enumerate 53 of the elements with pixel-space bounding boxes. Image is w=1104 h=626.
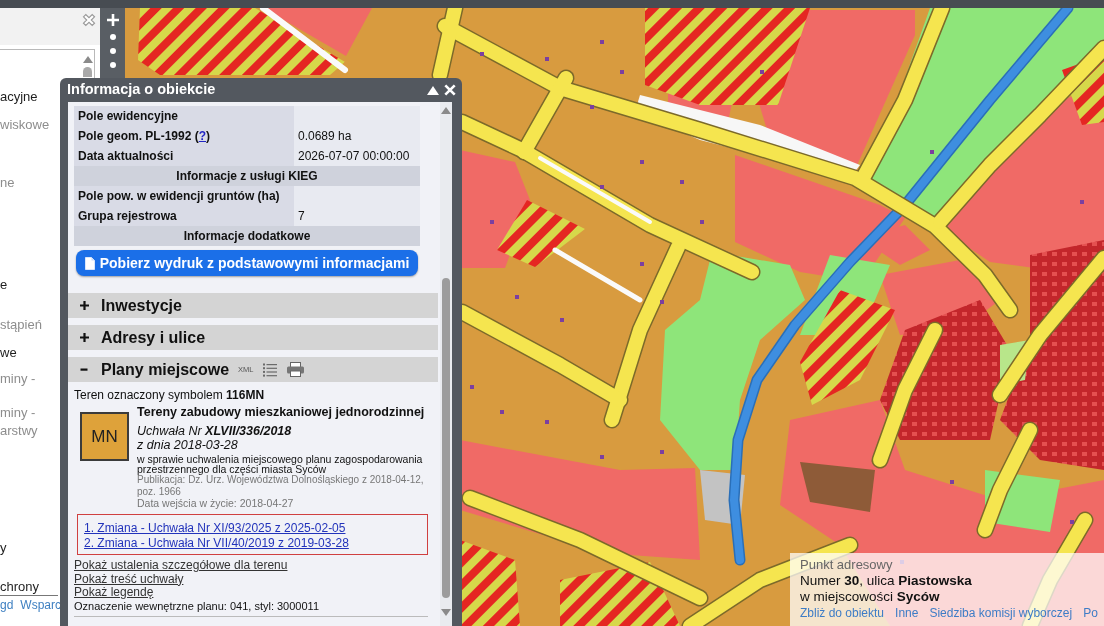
popup-link[interactable]: Zbliż do obiektu bbox=[800, 605, 885, 621]
document-icon bbox=[84, 256, 95, 270]
sidebar-item[interactable]: chrony bbox=[0, 579, 40, 595]
table-cell: 7 bbox=[294, 206, 420, 226]
plan-link[interactable]: Pokaż treść uchwały bbox=[74, 572, 184, 586]
amendment-link[interactable]: 2. Zmiana - Uchwała Nr VII/40/2019 z 2019-03-28 bbox=[84, 536, 349, 551]
resolution-date: z dnia 2018-03-28 bbox=[137, 438, 239, 452]
zoom-level-dot-icon[interactable] bbox=[109, 62, 116, 68]
plan-internal-code: Oznaczenie wewnętrzne planu: 041, styl: 3000011 bbox=[74, 599, 320, 612]
footer-link[interactable]: Wsparc bbox=[20, 597, 62, 613]
sidebar-item[interactable]: e bbox=[0, 277, 8, 293]
accordion-header[interactable]: Adresy i ulice bbox=[68, 325, 438, 350]
table-cell: Pole ewidencyjne bbox=[74, 106, 294, 126]
section-header-cell: Informacje dodatkowe bbox=[74, 226, 420, 246]
scroll-down-icon[interactable] bbox=[441, 609, 451, 616]
table-cell: Grupa rejestrowa bbox=[74, 206, 294, 226]
window-title: Informacja o obiekcie bbox=[67, 80, 216, 100]
plan-title: Tereny zabudowy mieszkaniowej jednorodzinnej bbox=[137, 405, 426, 419]
effective-date: Data wejścia w życie: 2018-04-27 bbox=[137, 498, 295, 509]
table-cell: Pole pow. w ewidencji gruntów (ha) bbox=[74, 186, 294, 206]
amendment-link[interactable]: 1. Zmiana - Uchwała Nr XI/93/2025 z 2025-02-05 bbox=[84, 521, 346, 536]
section-header-cell: Informacje z usługi KIEG bbox=[74, 166, 420, 186]
sidebar-item[interactable]: acyjne bbox=[0, 89, 38, 105]
plus-icon[interactable] bbox=[80, 333, 89, 342]
table-cell: Pole geom. PL-1992 (?) bbox=[74, 126, 294, 146]
table-cell: 2026-07-07 00:00:00 bbox=[294, 146, 420, 166]
table-cell: Data aktualności bbox=[74, 146, 294, 166]
sidebar-item[interactable]: we bbox=[0, 345, 17, 361]
plan-link[interactable]: Pokaż ustalenia szczegółowe dla terenu bbox=[74, 559, 288, 573]
plan-symbol: MN bbox=[80, 412, 129, 461]
zoom-in-icon[interactable] bbox=[106, 14, 119, 26]
footer-link[interactable]: gd bbox=[0, 597, 14, 613]
address-line: w miejscowości Syców bbox=[800, 589, 941, 605]
table-cell: 0.0689 ha bbox=[294, 126, 420, 146]
scroll-up-icon[interactable] bbox=[441, 107, 451, 114]
scrollbar-thumb[interactable] bbox=[442, 278, 450, 598]
printer-icon[interactable] bbox=[287, 362, 305, 377]
plus-icon[interactable] bbox=[80, 301, 89, 310]
scroll-up-icon[interactable] bbox=[82, 56, 93, 63]
resolution-number: Uchwała Nr XLVII/336/2018 bbox=[137, 424, 293, 438]
print-report-button[interactable]: Pobierz wydruk z podstawowymi informacjami bbox=[76, 250, 418, 276]
scrollbar-track[interactable] bbox=[440, 102, 452, 626]
zoom-level-dot-icon[interactable] bbox=[109, 34, 116, 40]
accordion-header[interactable]: Inwestycje bbox=[68, 293, 438, 318]
collapse-icon[interactable] bbox=[427, 85, 439, 95]
popup-heading: Punkt adresowy bbox=[800, 557, 894, 573]
symbol-text: Teren oznaczony symbolem 116MN bbox=[74, 388, 266, 402]
address-line: Numer 30, ulica Piastowska bbox=[800, 573, 973, 589]
plan-link[interactable]: Pokaż legendę bbox=[74, 586, 154, 600]
scrollbar-thumb[interactable] bbox=[83, 67, 92, 77]
list-icon[interactable] bbox=[263, 362, 278, 377]
sidebar-item[interactable]: y bbox=[0, 540, 7, 556]
zoom-level-dot-icon[interactable] bbox=[109, 48, 116, 54]
